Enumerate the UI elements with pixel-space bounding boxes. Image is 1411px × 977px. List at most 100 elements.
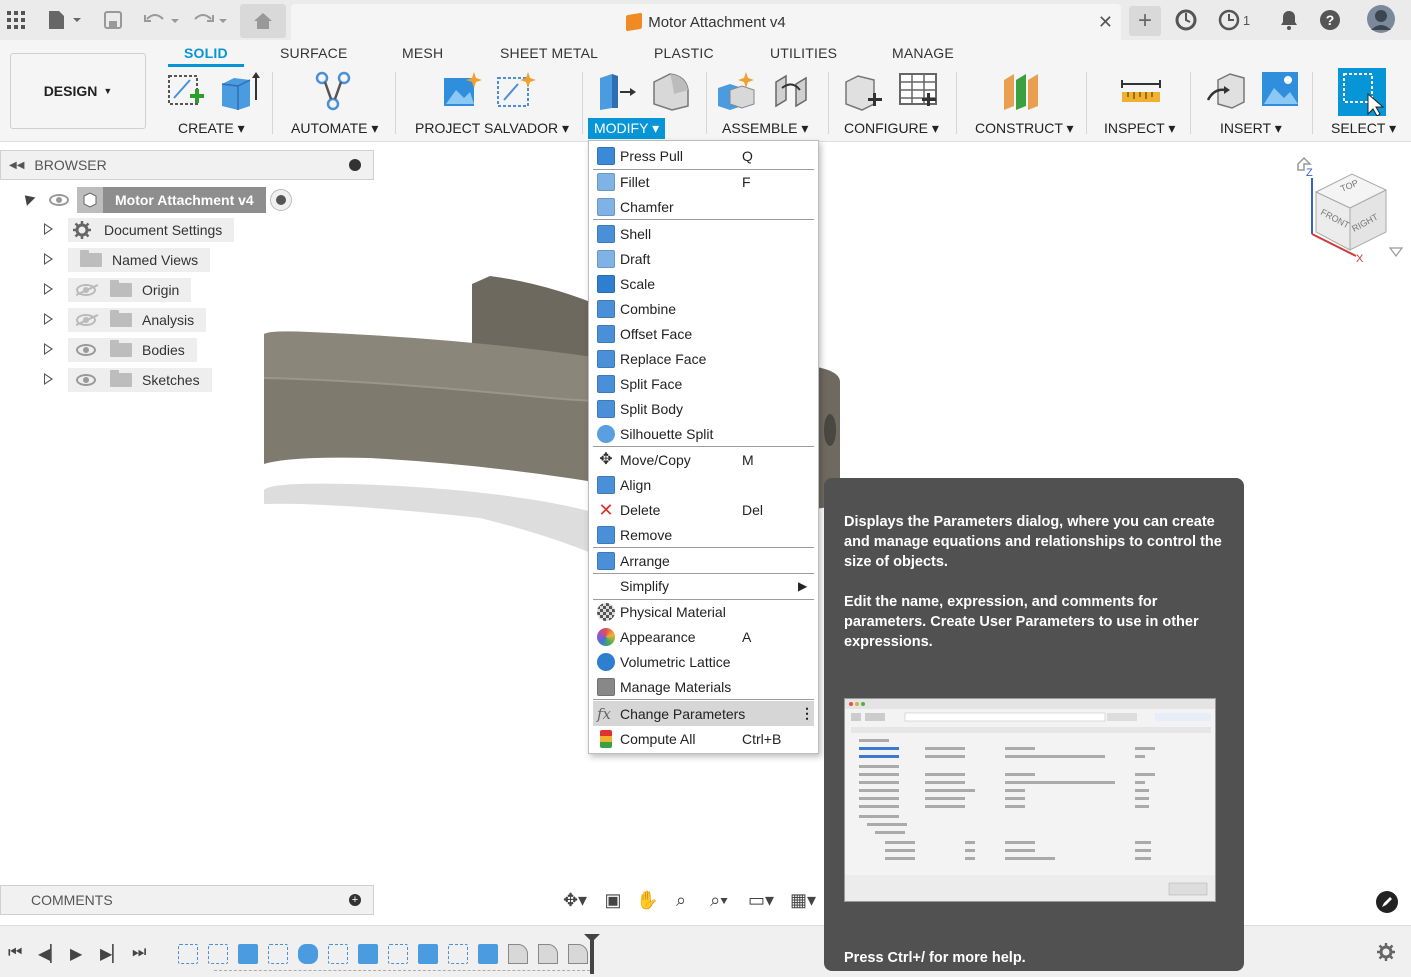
timeline-fillet-icon[interactable]: [508, 944, 528, 964]
timeline-extrude-icon[interactable]: [358, 944, 378, 964]
group-assemble[interactable]: ASSEMBLE ▾: [722, 120, 808, 137]
grid-settings-icon[interactable]: ▦▾: [788, 891, 818, 909]
timeline-sketch-icon[interactable]: [388, 944, 408, 964]
go-to-start-icon[interactable]: ⏮: [8, 944, 22, 962]
menu-item-change-parameters[interactable]: fx Change Parameters ⋮: [593, 701, 814, 726]
tab-plastic[interactable]: PLASTIC: [654, 45, 714, 61]
timeline-settings-gear-icon[interactable]: [1376, 942, 1396, 962]
fillet-tool-icon[interactable]: [650, 70, 692, 112]
zoom-icon[interactable]: ⌕: [670, 891, 692, 909]
menu-item-offset-face[interactable]: Offset Face: [593, 321, 814, 346]
timeline-sketch-icon[interactable]: [208, 944, 228, 964]
expand-root-icon[interactable]: [20, 191, 36, 206]
timeline-combine-icon[interactable]: [298, 944, 318, 964]
menu-item-appearance[interactable]: Appearance A: [593, 624, 814, 649]
timeline-extrude-icon[interactable]: [478, 944, 498, 964]
go-to-end-icon[interactable]: ⏭: [132, 944, 146, 962]
timeline-fillet-icon[interactable]: [568, 944, 588, 964]
select-icon[interactable]: [1338, 68, 1386, 116]
tab-sheet-metal[interactable]: SHEET METAL: [500, 45, 598, 61]
menu-item-physical-material[interactable]: Physical Material: [593, 599, 814, 624]
new-component-icon[interactable]: [716, 70, 758, 112]
salvador-sketch-icon[interactable]: [496, 70, 538, 112]
tab-surface[interactable]: SURFACE: [280, 45, 348, 61]
expand-arrow-icon[interactable]: [44, 343, 53, 355]
browser-options-icon[interactable]: [349, 159, 361, 171]
menu-item-compute-all[interactable]: Compute All Ctrl+B: [593, 726, 814, 751]
more-options-icon[interactable]: ⋮: [800, 705, 814, 722]
menu-item-draft[interactable]: Draft: [593, 246, 814, 271]
browser-item-analysis[interactable]: Analysis: [44, 308, 207, 332]
timeline-extrude-icon[interactable]: [418, 944, 438, 964]
menu-item-align[interactable]: Align: [593, 472, 814, 497]
create-sketch-icon[interactable]: [166, 70, 208, 112]
menu-item-shell[interactable]: Shell: [593, 221, 814, 246]
browser-item-document-settings[interactable]: Document Settings: [44, 218, 235, 242]
timeline-fillet-icon[interactable]: [538, 944, 558, 964]
expand-arrow-icon[interactable]: [44, 313, 53, 325]
menu-item-volumetric-lattice[interactable]: Volumetric Lattice: [593, 649, 814, 674]
menu-item-combine[interactable]: Combine: [593, 296, 814, 321]
avatar[interactable]: [1366, 4, 1396, 34]
press-pull-tool-icon[interactable]: [598, 70, 640, 112]
hidden-eye-icon[interactable]: [76, 314, 96, 326]
menu-item-arrange[interactable]: Arrange: [593, 548, 814, 573]
tab-mesh[interactable]: MESH: [402, 45, 443, 61]
menu-item-move-copy[interactable]: ✥ Move/Copy M: [593, 447, 814, 472]
salvador-image-icon[interactable]: [442, 70, 484, 112]
expand-arrow-icon[interactable]: [44, 283, 53, 295]
job-status-icon[interactable]: 1: [1214, 6, 1254, 34]
close-tab-icon[interactable]: ✕: [1098, 12, 1113, 33]
menu-item-replace-face[interactable]: Replace Face: [593, 346, 814, 371]
browser-item-bodies[interactable]: Bodies: [44, 338, 197, 362]
visibility-eye-icon[interactable]: [76, 374, 96, 386]
menu-item-split-face[interactable]: Split Face: [593, 371, 814, 396]
comments-panel[interactable]: COMMENTS +: [0, 885, 374, 915]
activate-radio-icon[interactable]: [269, 189, 292, 211]
menu-item-remove[interactable]: Remove: [593, 522, 814, 547]
extrude-icon[interactable]: [218, 70, 260, 112]
step-forward-icon[interactable]: ▶▏: [100, 944, 125, 964]
save-icon[interactable]: [102, 6, 124, 34]
browser-item-sketches[interactable]: Sketches: [44, 368, 212, 392]
hidden-eye-icon[interactable]: [76, 284, 96, 296]
group-modify[interactable]: MODIFY ▾: [588, 118, 666, 139]
feedback-pen-icon[interactable]: [1376, 891, 1398, 913]
menu-item-delete[interactable]: ✕ Delete Del: [593, 497, 814, 522]
automate-icon[interactable]: [312, 70, 354, 112]
zoom-window-icon[interactable]: ⌕▾: [704, 891, 734, 909]
look-at-icon[interactable]: ▣: [602, 891, 624, 909]
notifications-icon[interactable]: [1278, 6, 1300, 34]
menu-item-chamfer[interactable]: Chamfer: [593, 194, 814, 219]
timeline-marker-head[interactable]: [584, 934, 600, 942]
expand-arrow-icon[interactable]: [44, 253, 53, 265]
timeline-sketch-icon[interactable]: [328, 944, 348, 964]
play-icon[interactable]: ▶: [70, 944, 82, 964]
file-menu-icon[interactable]: [44, 6, 84, 34]
group-project-salvador[interactable]: PROJECT SALVADOR ▾: [415, 120, 569, 137]
group-construct[interactable]: CONSTRUCT ▾: [975, 120, 1074, 137]
display-settings-icon[interactable]: ▭▾: [746, 891, 776, 909]
expand-arrow-icon[interactable]: [44, 223, 53, 235]
timeline-extrude-icon[interactable]: [238, 944, 258, 964]
redo-icon[interactable]: [190, 6, 230, 34]
menu-item-scale[interactable]: Scale: [593, 271, 814, 296]
step-back-icon[interactable]: ◀▏: [38, 944, 63, 964]
pan-hand-icon[interactable]: ✋: [636, 891, 658, 909]
view-cube[interactable]: TOP FRONT RIGHT Z X: [1292, 152, 1404, 268]
menu-item-fillet[interactable]: Fillet F: [593, 169, 814, 194]
workspace-switcher[interactable]: DESIGN ▼: [10, 53, 146, 129]
visibility-eye-icon[interactable]: [49, 194, 69, 206]
tab-utilities[interactable]: UTILITIES: [770, 45, 837, 61]
group-insert[interactable]: INSERT ▾: [1220, 120, 1282, 137]
group-configure[interactable]: CONFIGURE ▾: [844, 120, 939, 137]
tab-manage[interactable]: MANAGE: [892, 45, 954, 61]
offset-plane-icon[interactable]: [1002, 70, 1044, 112]
insert-canvas-icon[interactable]: [1260, 70, 1302, 112]
insert-derive-icon[interactable]: [1206, 70, 1248, 112]
document-tab[interactable]: Motor Attachment v4 ✕: [291, 4, 1121, 40]
browser-item-named-views[interactable]: Named Views: [44, 248, 211, 272]
visibility-eye-icon[interactable]: [76, 344, 96, 356]
tab-solid[interactable]: SOLID: [168, 45, 244, 67]
app-grid-icon[interactable]: [6, 6, 26, 34]
